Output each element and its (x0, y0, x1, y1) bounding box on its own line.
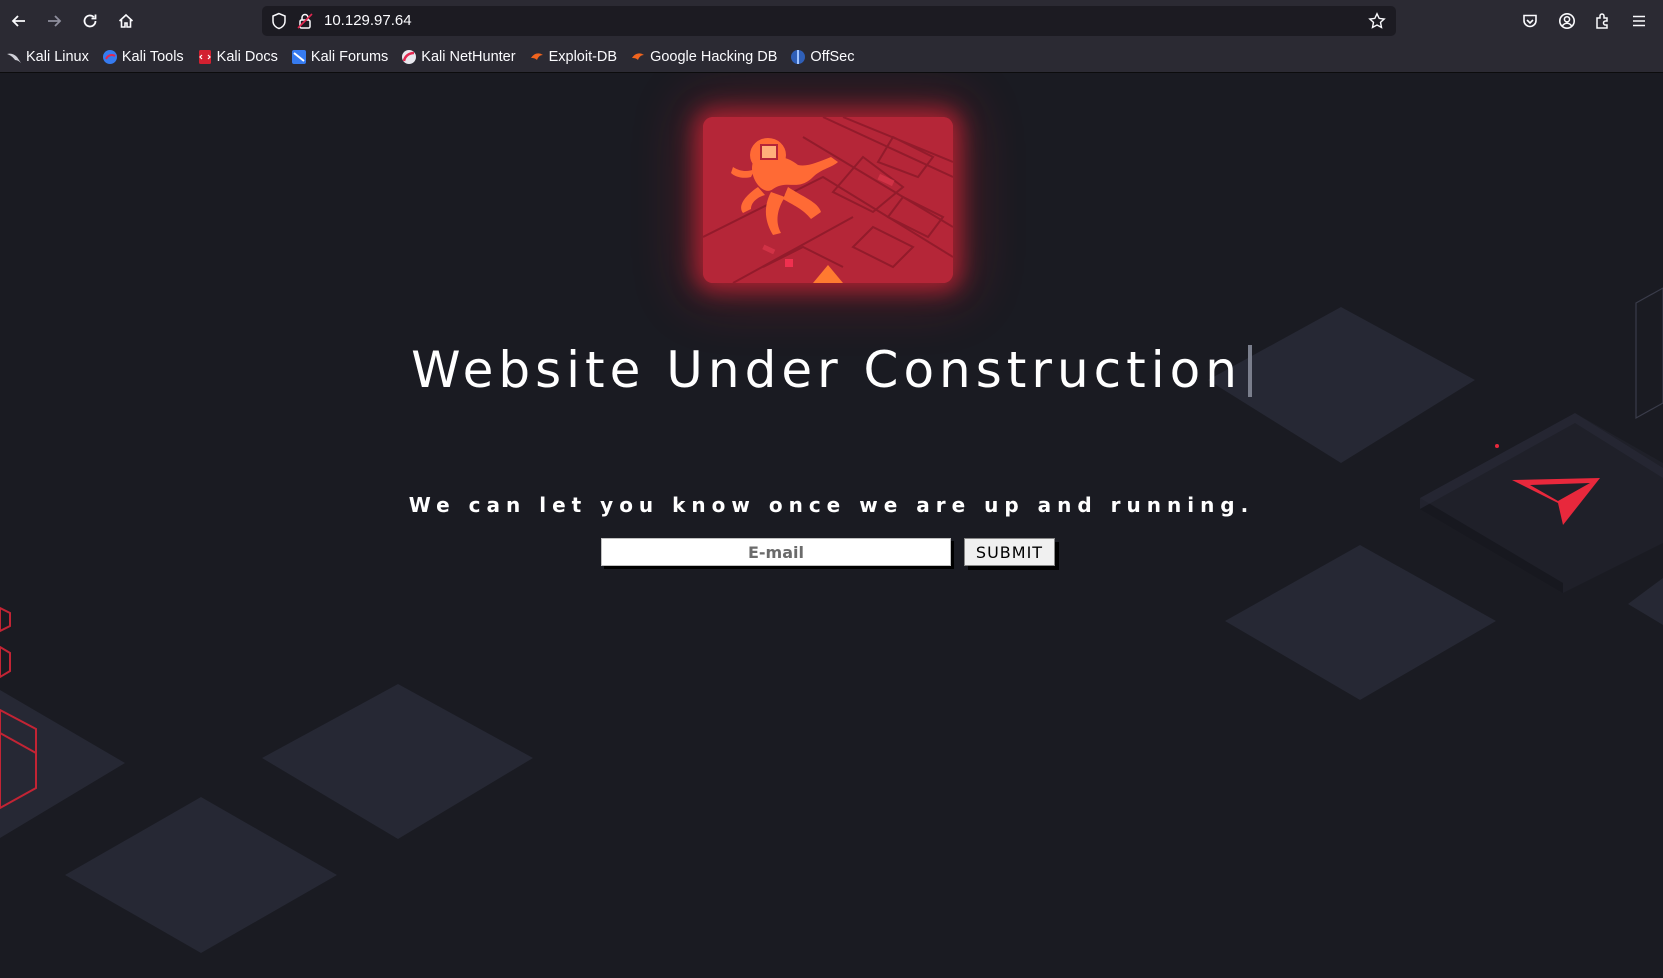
reload-button[interactable] (76, 7, 104, 35)
bookmark-label: OffSec (810, 49, 855, 65)
bg-tile (65, 797, 337, 953)
arrow-right-icon (48, 15, 62, 27)
bookmark-kali-linux[interactable]: Kali Linux (6, 49, 89, 65)
back-button[interactable] (5, 7, 33, 35)
bookmark-offsec[interactable]: OffSec (790, 49, 854, 65)
address-bar[interactable]: 10.129.97.64 (262, 6, 1396, 36)
running-figure-illustration (703, 117, 953, 283)
page-title: Website Under Construction (0, 341, 1663, 399)
url-text[interactable]: 10.129.97.64 (324, 12, 412, 29)
bookmark-kali-nethunter[interactable]: Kali NetHunter (401, 49, 516, 65)
bookmark-kali-tools[interactable]: Kali Tools (102, 49, 184, 65)
forward-button[interactable] (40, 7, 68, 35)
typing-caret (1247, 345, 1252, 397)
arrow-left-icon (11, 15, 25, 27)
bookmarks-toolbar: Kali Linux Kali Tools Kali Docs Kali For… (0, 44, 867, 70)
offsec-icon (791, 50, 806, 64)
kali-docs-icon (198, 50, 211, 64)
kali-nethunter-icon (402, 50, 417, 64)
bookmark-kali-docs[interactable]: Kali Docs (197, 49, 278, 65)
page-title-text: Website Under Construction (411, 341, 1242, 399)
bookmark-label: Kali Tools (121, 49, 184, 65)
puzzle-icon (1596, 13, 1608, 29)
bookmark-label: Kali NetHunter (421, 49, 516, 65)
bookmark-label: Kali Docs (216, 49, 278, 65)
hero-illustration (703, 117, 953, 283)
page-subtitle: We can let you know once we are up and r… (408, 493, 1255, 517)
pocket-icon (1523, 14, 1537, 28)
bg-tile (1225, 545, 1496, 700)
bookmark-kali-forums[interactable]: Kali Forums (291, 49, 388, 65)
browser-chrome: 10.129.97.64 Kali Linux Kali Tools Kali … (0, 0, 1663, 73)
extensions-button[interactable] (1589, 7, 1617, 35)
account-icon (1559, 13, 1575, 29)
bookmark-label: Kali Linux (26, 49, 89, 65)
bookmark-label: Kali Forums (310, 49, 389, 65)
menu-button[interactable] (1625, 7, 1653, 35)
kali-tools-icon (102, 50, 117, 64)
pocket-button[interactable] (1516, 7, 1544, 35)
bookmark-label: Google Hacking DB (650, 49, 778, 65)
bookmark-google-hacking-db[interactable]: Google Hacking DB (630, 49, 777, 65)
email-input[interactable] (601, 538, 951, 566)
hamburger-menu-icon (1633, 15, 1645, 27)
shield-icon[interactable] (271, 12, 287, 30)
helmet-visor (760, 144, 778, 160)
bg-tile (0, 690, 125, 838)
kali-dragon-icon (7, 53, 21, 63)
exploit-db-icon (530, 53, 543, 60)
page-viewport: Website Under Construction We can let yo… (0, 73, 1663, 978)
home-button[interactable] (112, 7, 140, 35)
bg-tile (262, 684, 533, 839)
submit-button[interactable]: SUBMIT (964, 538, 1055, 566)
kali-forums-icon (291, 50, 306, 64)
reload-icon (83, 14, 97, 28)
bookmark-exploit-db[interactable]: Exploit-DB (529, 49, 618, 65)
bookmark-star-icon[interactable] (1368, 12, 1386, 30)
bg-tile (1628, 578, 1663, 625)
account-button[interactable] (1553, 7, 1581, 35)
home-icon (118, 13, 134, 28)
bookmark-label: Exploit-DB (548, 49, 618, 65)
red-dot (1495, 444, 1499, 448)
ghdb-icon (632, 53, 645, 60)
insecure-lock-icon[interactable] (297, 12, 313, 30)
